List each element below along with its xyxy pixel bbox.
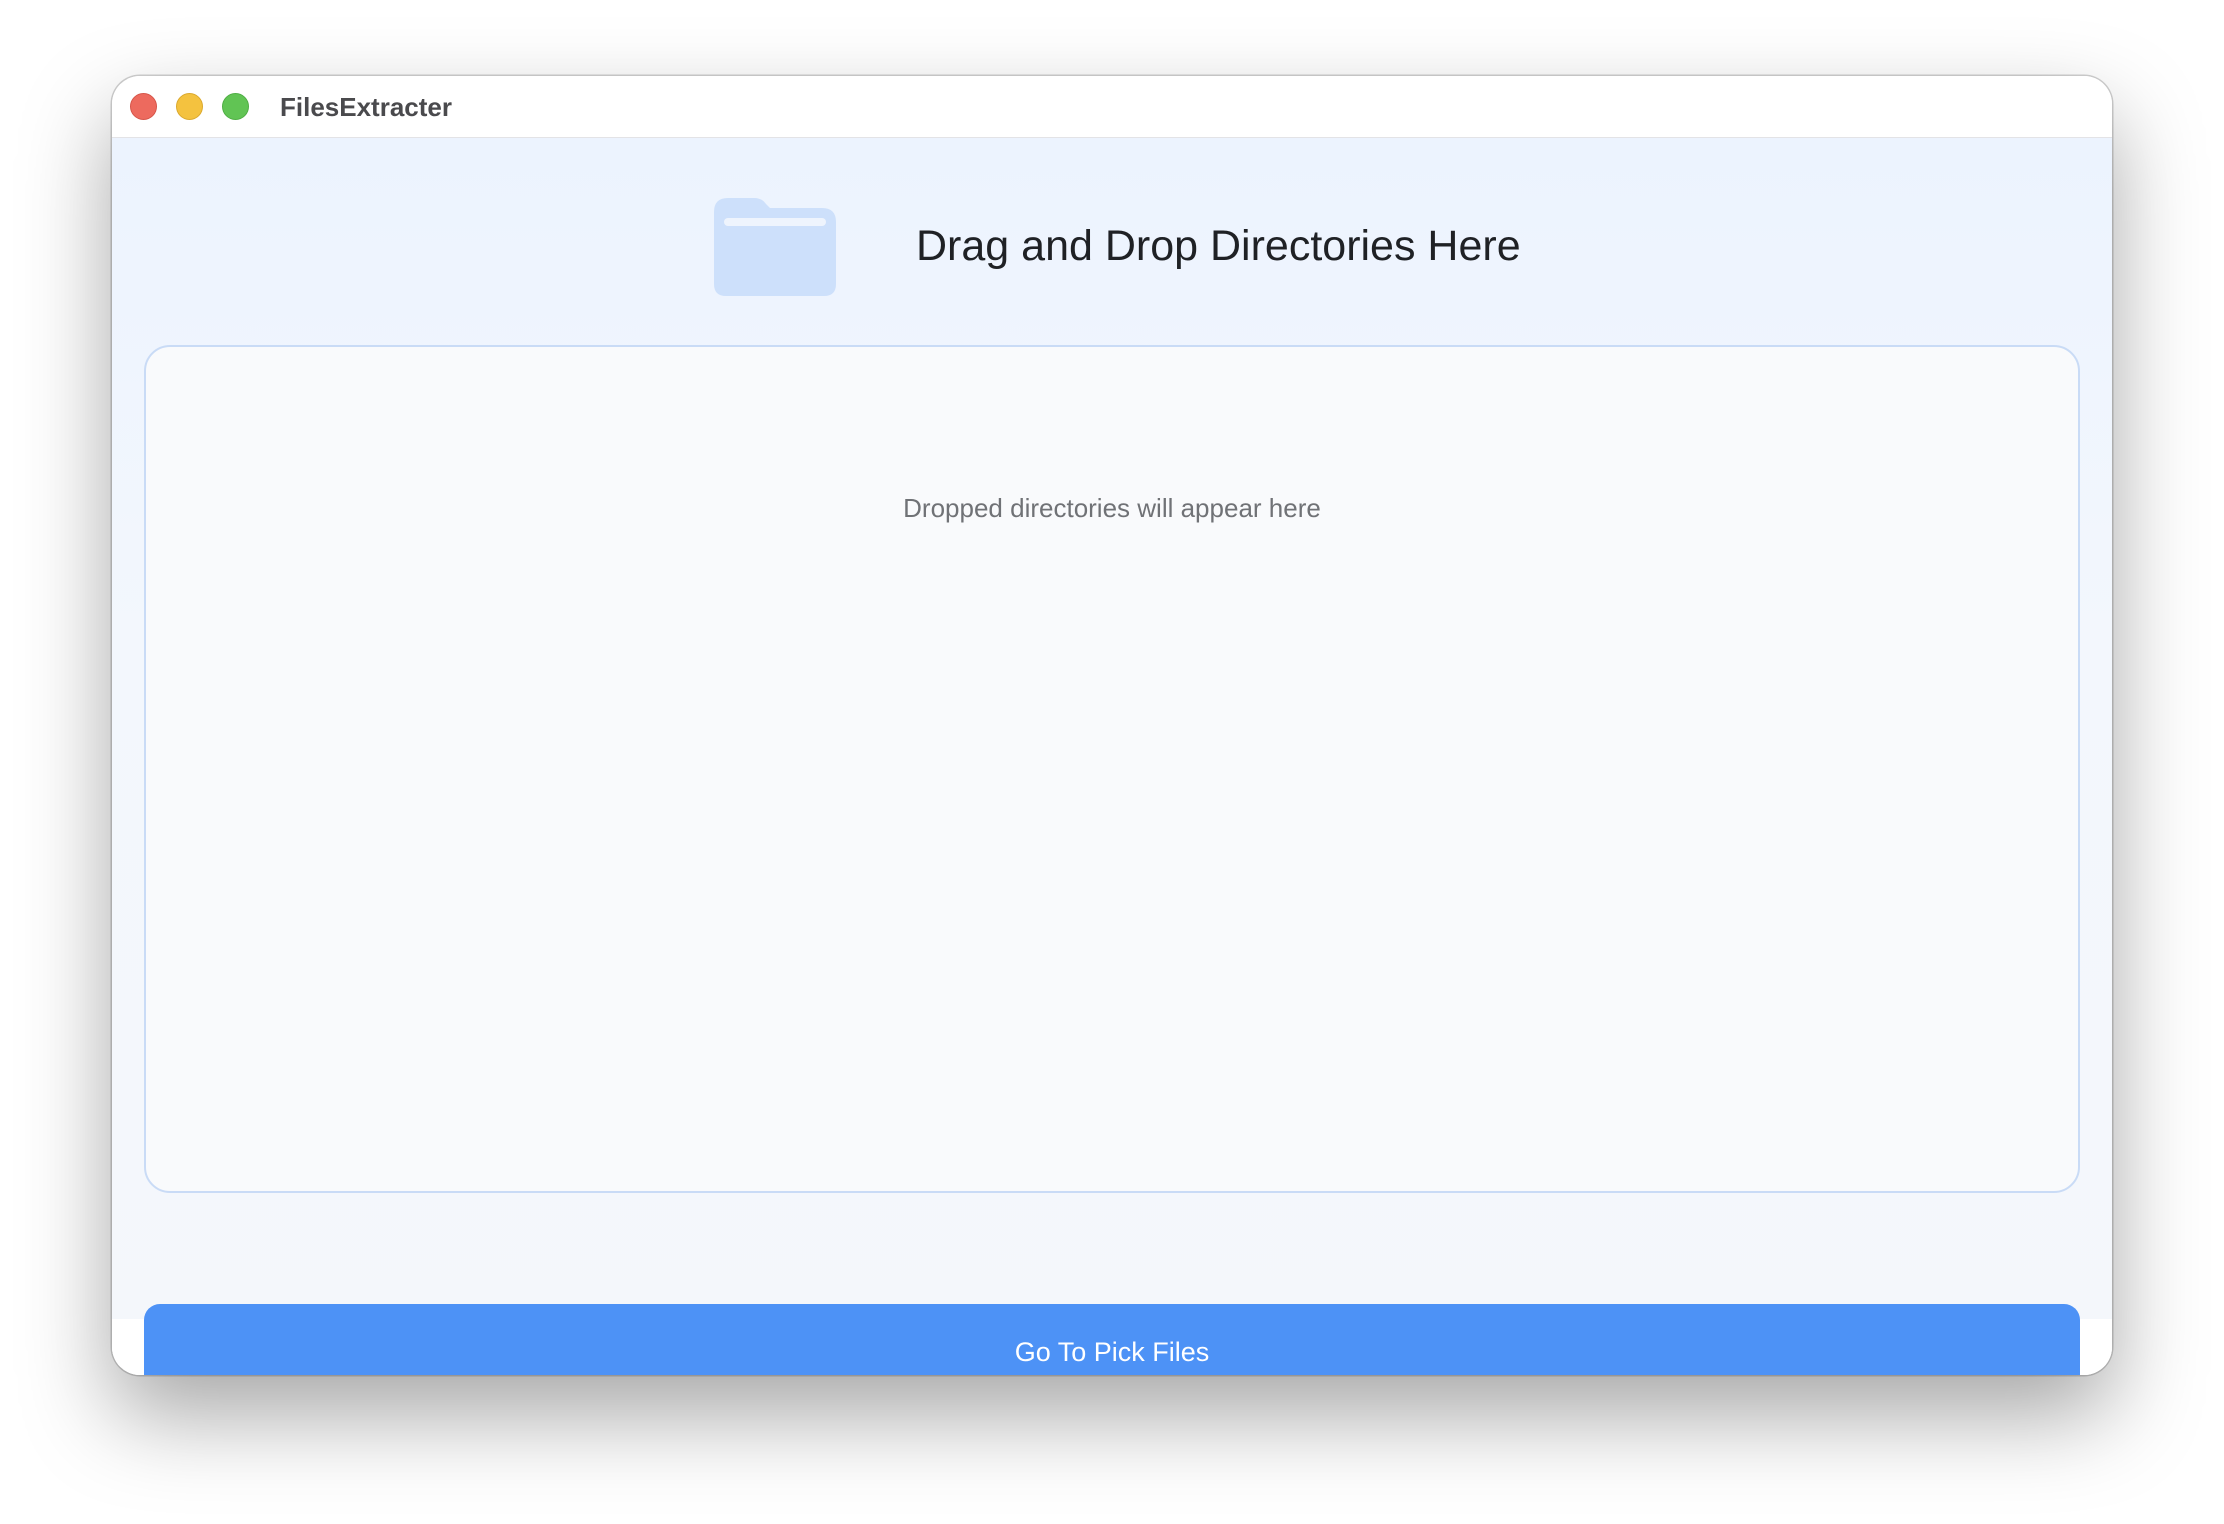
page-title: Drag and Drop Directories Here [916,222,1521,270]
main-content: Drag and Drop Directories Here Dropped d… [112,138,2112,1375]
title-bar[interactable]: FilesExtracter [112,76,2112,138]
drop-zone-placeholder: Dropped directories will appear here [903,493,1321,523]
app-title: FilesExtracter [280,92,452,122]
app-window: FilesExtracter Drag and Drop Directories… [112,76,2112,1375]
pick-files-button[interactable]: Go To Pick Files [144,1304,2080,1375]
maximize-icon[interactable] [222,93,249,120]
close-icon[interactable] [130,93,157,120]
minimize-icon[interactable] [176,93,203,120]
drop-zone[interactable]: Dropped directories will appear here [144,345,2080,1193]
folder-icon [714,198,836,296]
